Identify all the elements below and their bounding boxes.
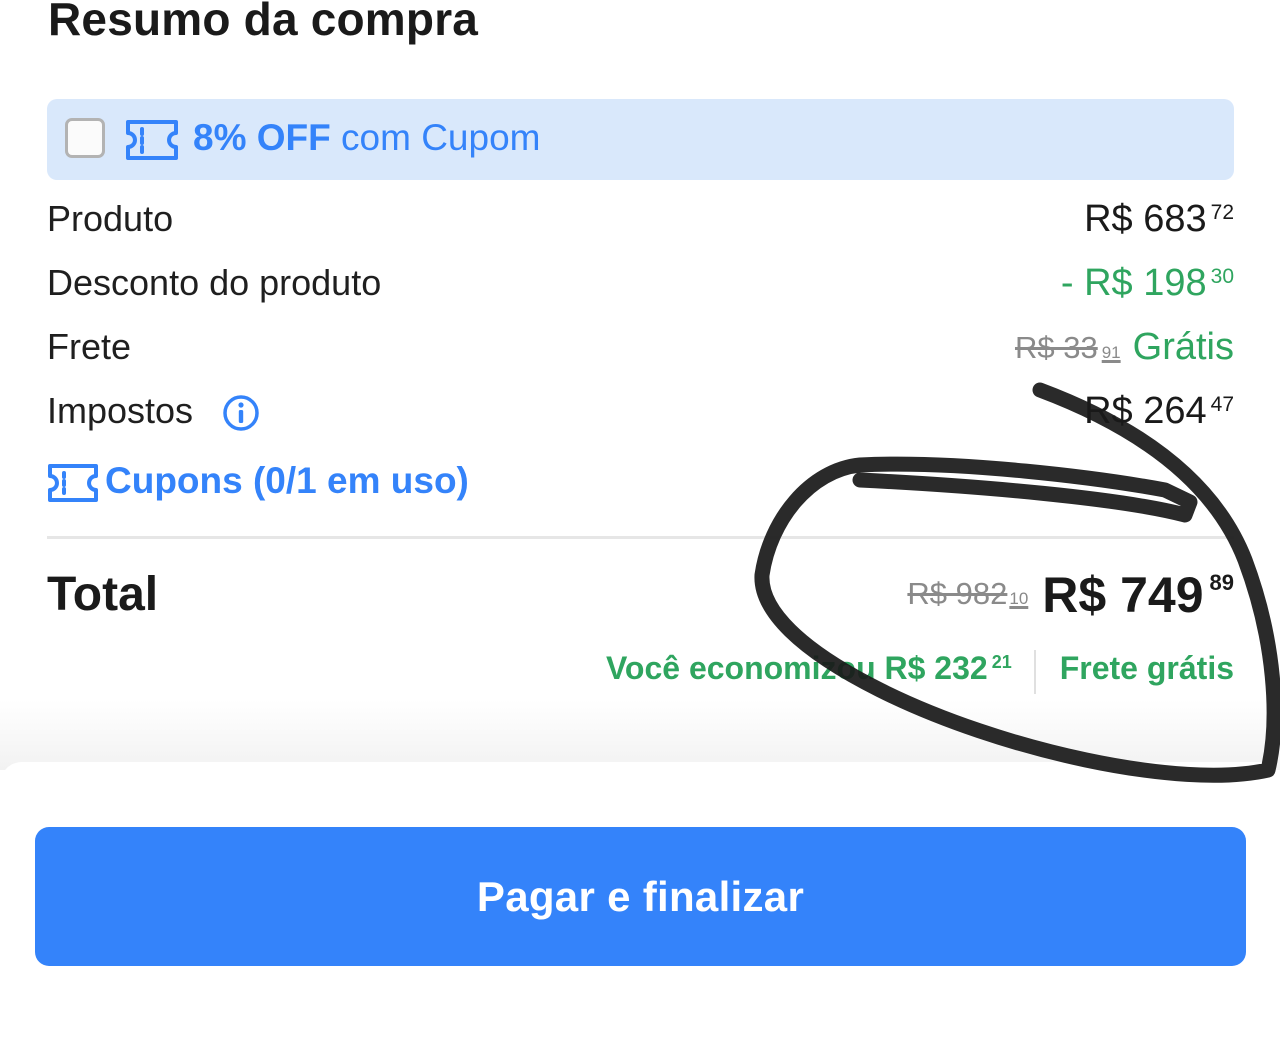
- info-icon[interactable]: [221, 393, 261, 433]
- impostos-value: R$ 264 47: [1084, 390, 1234, 433]
- total-price: R$ 749 89: [1042, 566, 1234, 624]
- cupons-link-label: Cupons (0/1 em uso): [105, 460, 469, 501]
- ticket-icon: [126, 120, 178, 160]
- page-title: Resumo da compra: [48, 0, 479, 45]
- total-amount: R$ 749: [1042, 567, 1204, 623]
- produto-value: R$ 683 72: [1084, 198, 1234, 241]
- summary-row-impostos: Impostos R$ 264 47: [47, 390, 1234, 444]
- desconto-amount: - R$ 198: [1060, 262, 1207, 304]
- produto-amount: R$ 683: [1084, 198, 1207, 240]
- impostos-amount: R$ 264: [1084, 390, 1207, 432]
- savings-separator: [1033, 650, 1036, 694]
- desconto-label: Desconto do produto: [47, 262, 382, 303]
- frete-old-cents: 91: [1101, 343, 1121, 362]
- impostos-label: Impostos: [47, 390, 194, 431]
- scroll-fade: [0, 700, 1280, 770]
- total-values: R$ 982 10 R$ 749 89: [907, 566, 1234, 624]
- coupon-checkbox[interactable]: [65, 118, 105, 158]
- total-old-price: R$ 982 10: [907, 576, 1028, 612]
- divider: [47, 536, 1234, 539]
- coupon-banner[interactable]: 8% OFF com Cupom: [47, 99, 1234, 180]
- frete-free-label: Grátis: [1132, 326, 1234, 368]
- total-label: Total: [47, 568, 159, 621]
- summary-row-produto: Produto R$ 683 72: [47, 198, 1234, 252]
- total-cents: 89: [1209, 570, 1234, 595]
- pay-and-finish-button[interactable]: Pagar e finalizar: [35, 827, 1246, 966]
- total-old-amount: R$ 982: [907, 576, 1008, 611]
- total-old-cents: 10: [1009, 589, 1029, 608]
- desconto-value: - R$ 198 30: [1061, 262, 1234, 305]
- purchase-summary-screen: Resumo da compra 8% OFF com Cupom Produt…: [0, 0, 1280, 1063]
- coupon-suffix: com Cupom: [341, 117, 541, 158]
- frete-label: Frete: [47, 326, 132, 367]
- impostos-cents: 47: [1210, 393, 1234, 416]
- produto-label: Produto: [47, 198, 174, 239]
- summary-row-desconto: Desconto do produto - R$ 198 30: [47, 262, 1234, 316]
- frete-old-price: R$ 33 91: [1015, 330, 1121, 366]
- frete-old-amount: R$ 33: [1014, 330, 1098, 365]
- coupon-discount: 8% OFF: [193, 117, 331, 158]
- frete-value: R$ 33 91 Grátis: [1015, 326, 1234, 369]
- savings-text: Você economizou R$ 232: [605, 650, 988, 686]
- ticket-icon: [48, 464, 98, 502]
- savings-line: Você economizou R$ 232 21 Frete grátis: [606, 650, 1234, 694]
- produto-cents: 72: [1210, 201, 1234, 224]
- savings-cents: 21: [991, 652, 1012, 672]
- desconto-cents: 30: [1210, 265, 1234, 288]
- summary-row-frete: Frete R$ 33 91 Grátis: [47, 326, 1234, 380]
- coupon-offer-text: 8% OFF com Cupom: [193, 117, 540, 159]
- free-shipping-label: Frete grátis: [1059, 650, 1234, 686]
